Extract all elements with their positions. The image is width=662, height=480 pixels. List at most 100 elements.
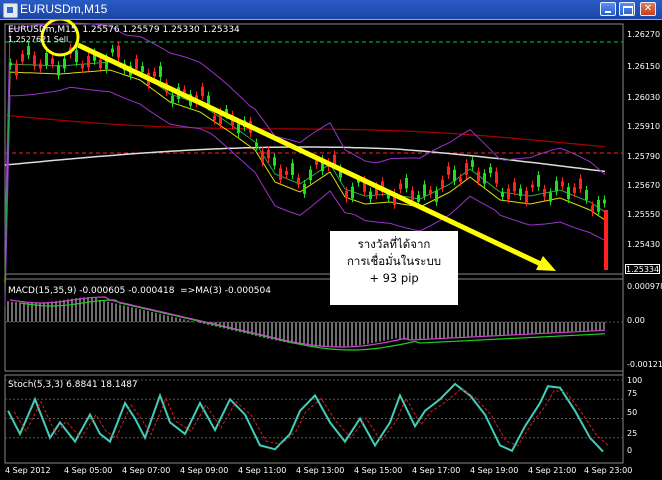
candle-body (21, 53, 24, 62)
stoch-level-label: 50 (627, 408, 638, 417)
candle-body (297, 177, 300, 185)
candle-body (507, 188, 510, 200)
candle-body (483, 173, 486, 184)
candle-body (399, 183, 402, 190)
time-tick: 4 Sep 13:00 (296, 466, 345, 475)
main-panel-plot (4, 22, 623, 306)
candle-body (471, 160, 474, 168)
candle-body (99, 59, 102, 68)
candle-body (549, 192, 552, 202)
time-tick: 4 Sep 15:00 (354, 466, 403, 475)
macd-scale-top: 0.000978 (627, 282, 662, 291)
profit-annotation: รางวัลที่ได้จาก การเชื่อมั่นในระบบ + 93 … (330, 231, 458, 305)
candle-body (513, 182, 516, 192)
candle-body (33, 55, 36, 67)
candle-body (39, 63, 42, 69)
candle-body (279, 168, 282, 180)
candle-body (267, 149, 270, 159)
price-tick: 1.25550 (627, 210, 661, 219)
candle-body (447, 166, 450, 175)
price-tick: 1.25430 (627, 240, 661, 249)
candle-body (303, 184, 306, 194)
stoch-level-label: 0 (627, 446, 633, 455)
price-tick: 1.25910 (627, 122, 661, 131)
candle-body (237, 123, 240, 134)
candle-body (111, 48, 114, 53)
candle-body (75, 50, 78, 63)
window-title-bar[interactable]: EURUSDm,M15 ✕ (0, 0, 662, 20)
price-tick: 1.26030 (627, 93, 661, 102)
time-tick: 4 Sep 11:00 (238, 466, 287, 475)
chart-window-icon[interactable] (3, 3, 18, 18)
time-tick: 4 Sep 05:00 (64, 466, 113, 475)
macd-scale-mid: 0.00 (627, 316, 645, 325)
candle-body (261, 151, 264, 163)
maximize-icon (623, 6, 633, 15)
candle-body (417, 195, 420, 202)
candle-body (255, 142, 258, 147)
candle-body (543, 188, 546, 197)
candle-body (51, 58, 54, 65)
chart-area[interactable]: EURUSDm,M15 1.25576 1.25579 1.25330 1.25… (0, 20, 662, 480)
candle-body (555, 180, 558, 192)
candle-body (441, 179, 444, 189)
stoch-level-label: 75 (627, 389, 638, 398)
main-panel-header: EURUSDm,M15 1.25576 1.25579 1.25330 1.25… (8, 25, 240, 35)
candle-body (537, 175, 540, 187)
candle-body (604, 210, 608, 270)
candle-body (273, 157, 276, 166)
time-tick: 4 Sep 21:00 (528, 466, 577, 475)
candle-body (159, 65, 162, 77)
candle-body (63, 58, 66, 69)
macd-panel-plot (5, 296, 623, 351)
candle-body (213, 115, 216, 121)
time-tick: 4 Sep 23:00 (584, 466, 633, 475)
annotation-line-3: + 93 pip (369, 271, 419, 285)
candle-body (201, 86, 204, 96)
candle-body (603, 199, 606, 204)
minimize-button[interactable] (600, 2, 616, 16)
candle-body (477, 171, 480, 182)
candle-body (27, 46, 30, 56)
candle-body (369, 191, 372, 200)
stoch-panel-plot (5, 379, 623, 453)
main-panel-frame (4, 23, 624, 275)
window-title: EURUSDm,M15 (20, 2, 108, 16)
candle-body (585, 189, 588, 200)
close-button[interactable]: ✕ (640, 2, 656, 16)
ma-red-line (4, 114, 606, 148)
ma-green-line (4, 61, 606, 275)
candle-body (459, 177, 462, 182)
candle-body (57, 65, 60, 76)
candle-body (171, 95, 174, 104)
time-tick: 4 Sep 07:00 (122, 466, 171, 475)
maximize-button[interactable] (619, 2, 635, 16)
candle-body (495, 171, 498, 184)
candle-body (141, 66, 144, 72)
stoch-level-label: 25 (627, 429, 638, 438)
annotation-line-2: การเชื่อมั่นในระบบ (346, 254, 442, 268)
close-icon: ✕ (643, 3, 653, 14)
candle-body (351, 186, 354, 199)
minimize-icon (605, 11, 611, 13)
candle-body (531, 184, 534, 188)
candle-body (285, 170, 288, 175)
candle-body (453, 169, 456, 182)
annotation-line-1: รางวัลที่ได้จาก (357, 237, 431, 251)
price-tick: 1.26150 (627, 62, 661, 71)
candle-body (525, 190, 528, 203)
candle-body (561, 181, 564, 187)
candle-body (153, 71, 156, 77)
candle-body (87, 55, 90, 68)
candle-body (573, 187, 576, 194)
candle-body (435, 190, 438, 202)
time-tick: 4 Sep 17:00 (412, 466, 461, 475)
candle-body (567, 187, 570, 200)
candle-body (309, 169, 312, 181)
candle-body (489, 167, 492, 174)
price-tick: 1.26270 (627, 30, 661, 39)
candle-body (465, 163, 468, 176)
candle-body (405, 177, 408, 189)
candle-body (591, 205, 594, 213)
candle-body (579, 178, 582, 190)
